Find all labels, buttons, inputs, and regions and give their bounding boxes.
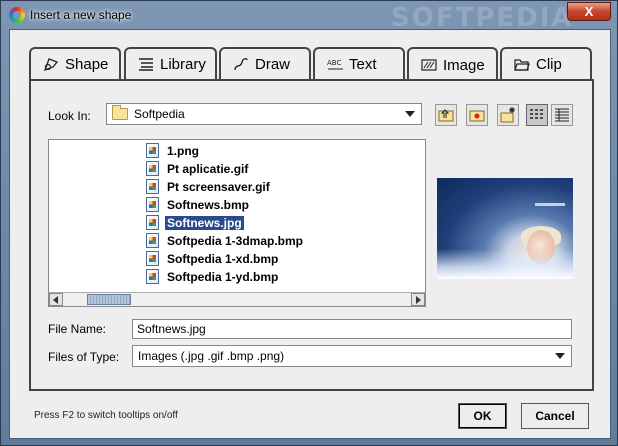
folder-open-icon xyxy=(514,56,530,72)
scroll-left-button[interactable] xyxy=(49,293,63,306)
new-folder-icon xyxy=(500,107,515,123)
tab-label: Clip xyxy=(536,55,562,73)
pen-icon xyxy=(233,56,249,72)
tab-label: Image xyxy=(443,56,485,74)
up-folder-icon xyxy=(438,109,454,122)
window-title: Insert a new shape xyxy=(30,8,132,22)
file-item[interactable]: 1.png xyxy=(146,142,203,159)
abc-icon: ABC xyxy=(327,56,343,72)
chevron-down-icon xyxy=(405,111,415,117)
ok-button[interactable]: OK xyxy=(458,403,507,429)
file-item[interactable]: Pt screensaver.gif xyxy=(146,178,274,195)
image-file-icon xyxy=(146,179,159,194)
scroll-right-button[interactable] xyxy=(411,293,425,306)
file-list[interactable]: 1.png Pt aplicatie.gif Pt screensaver.gi… xyxy=(48,139,426,307)
look-in-label: Look In: xyxy=(48,109,91,123)
file-item[interactable]: Softpedia 1-yd.bmp xyxy=(146,268,282,285)
file-item[interactable]: Pt aplicatie.gif xyxy=(146,160,252,177)
look-in-value: Softpedia xyxy=(134,107,185,121)
file-name-field[interactable] xyxy=(132,319,572,339)
tab-label: Library xyxy=(160,55,206,73)
file-item[interactable]: Softpedia 1-xd.bmp xyxy=(146,250,282,267)
files-of-type-value: Images (.jpg .gif .bmp .png) xyxy=(138,349,285,363)
tab-clip[interactable]: Clip xyxy=(500,47,592,79)
image-file-icon xyxy=(146,143,159,158)
look-in-dropdown[interactable]: Softpedia xyxy=(106,103,422,125)
list-icon xyxy=(138,56,154,72)
files-of-type-label: Files of Type: xyxy=(48,350,120,364)
title-bar[interactable]: Insert a new shape SOFTPEDIA X xyxy=(1,1,617,33)
tab-text[interactable]: ABC Text xyxy=(313,47,405,79)
file-item[interactable]: Softnews.bmp xyxy=(146,196,253,213)
app-logo-icon xyxy=(9,7,25,23)
image-file-icon xyxy=(146,233,159,248)
image-file-icon xyxy=(146,251,159,266)
tab-label: Text xyxy=(349,55,377,73)
image-file-icon xyxy=(146,197,159,212)
shape-icon xyxy=(43,56,59,72)
tab-image[interactable]: Image xyxy=(407,47,498,81)
new-folder-button[interactable] xyxy=(497,104,519,126)
close-button[interactable]: X xyxy=(567,2,611,21)
file-item-selected[interactable]: Softnews.jpg xyxy=(146,214,246,231)
list-view-button[interactable] xyxy=(526,104,548,126)
home-button[interactable] xyxy=(466,104,488,126)
tooltip-hint: Press F2 to switch tooltips on/off xyxy=(34,410,178,421)
svg-text:ABC: ABC xyxy=(327,59,341,67)
file-item[interactable]: Softpedia 1-3dmap.bmp xyxy=(146,232,307,249)
details-view-icon xyxy=(555,108,569,122)
file-name-label: File Name: xyxy=(48,322,107,336)
tab-library[interactable]: Library xyxy=(124,47,217,79)
tab-shape[interactable]: Shape xyxy=(29,47,121,79)
image-file-icon xyxy=(146,269,159,284)
home-folder-icon xyxy=(469,110,485,122)
tab-label: Draw xyxy=(255,55,291,73)
cancel-button[interactable]: Cancel xyxy=(521,403,589,429)
image-preview xyxy=(437,178,573,279)
image-file-icon xyxy=(146,215,159,230)
files-of-type-dropdown[interactable]: Images (.jpg .gif .bmp .png) xyxy=(132,345,572,367)
tab-draw[interactable]: Draw xyxy=(219,47,311,79)
tab-label: Shape xyxy=(65,55,109,73)
dialog-window: Insert a new shape SOFTPEDIA X Shape Lib… xyxy=(0,0,618,446)
list-view-icon xyxy=(530,109,543,119)
chevron-down-icon xyxy=(555,353,565,359)
horizontal-scrollbar[interactable] xyxy=(49,292,425,306)
details-view-button[interactable] xyxy=(551,104,573,126)
folder-icon xyxy=(112,105,128,120)
up-one-level-button[interactable] xyxy=(435,104,457,126)
dialog-body: Shape Library Draw ABC Text Image Clip L… xyxy=(9,29,611,439)
image-file-icon xyxy=(146,161,159,176)
scroll-thumb[interactable] xyxy=(87,294,131,305)
image-icon xyxy=(421,57,437,73)
